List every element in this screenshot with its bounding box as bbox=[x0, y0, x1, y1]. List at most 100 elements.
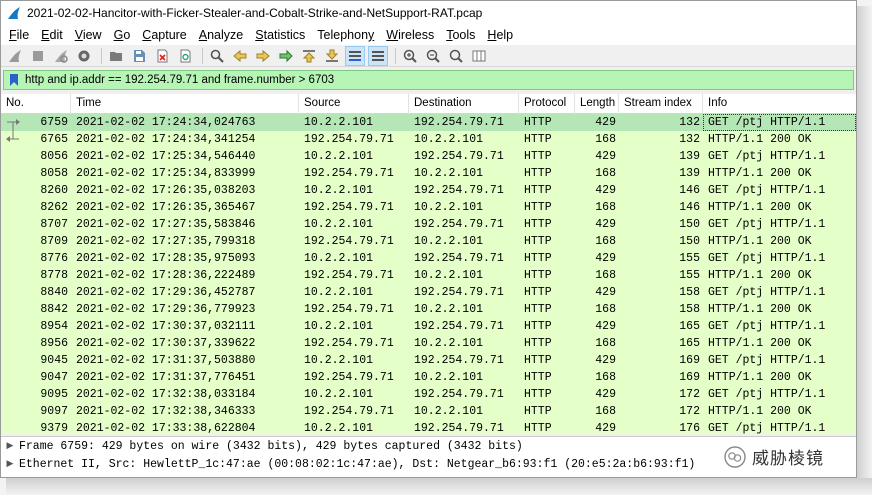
restart-capture-icon[interactable] bbox=[51, 46, 71, 66]
packet-length: 429 bbox=[595, 116, 616, 129]
packet-stream-index: 155 bbox=[679, 252, 700, 265]
packet-protocol: HTTP bbox=[524, 320, 552, 333]
table-row[interactable]: 8954 2021-02-02 17:30:37,032111 10.2.2.101… bbox=[1, 318, 856, 335]
column-header-protocol[interactable]: Protocol bbox=[519, 94, 575, 114]
table-row[interactable]: 8778 2021-02-02 17:28:36,222489 192.254.79… bbox=[1, 267, 856, 284]
capture-options-icon[interactable] bbox=[74, 46, 94, 66]
go-last-icon[interactable] bbox=[322, 46, 342, 66]
column-header-time[interactable]: Time bbox=[71, 94, 299, 114]
packet-destination: 192.254.79.71 bbox=[414, 184, 504, 197]
packet-source: 192.254.79.71 bbox=[304, 201, 394, 214]
menu-analyze[interactable]: Analyze bbox=[193, 28, 249, 42]
open-file-icon[interactable] bbox=[106, 46, 126, 66]
packet-protocol: HTTP bbox=[524, 201, 552, 214]
start-capture-icon[interactable] bbox=[5, 46, 25, 66]
table-row[interactable]: 9097 2021-02-02 17:32:38,346333 192.254.79… bbox=[1, 403, 856, 420]
go-back-icon[interactable] bbox=[230, 46, 250, 66]
display-filter-input[interactable]: http and ip.addr == 192.254.79.71 and fr… bbox=[25, 74, 334, 86]
table-row[interactable]: 8776 2021-02-02 17:28:35,975093 10.2.2.101… bbox=[1, 250, 856, 267]
table-row[interactable]: 9047 2021-02-02 17:31:37,776451 192.254.79… bbox=[1, 369, 856, 386]
packet-info: HTTP/1.1 200 OK bbox=[708, 337, 812, 350]
zoom-in-icon[interactable] bbox=[400, 46, 420, 66]
packet-destination: 10.2.2.101 bbox=[414, 201, 484, 214]
packet-protocol: HTTP bbox=[524, 354, 552, 367]
stop-capture-icon[interactable] bbox=[28, 46, 48, 66]
auto-scroll-icon[interactable] bbox=[345, 45, 365, 66]
column-header-source[interactable]: Source bbox=[299, 94, 409, 114]
table-row[interactable]: 6759 2021-02-02 17:24:34,024763 10.2.2.101… bbox=[1, 114, 856, 131]
packet-destination: 192.254.79.71 bbox=[414, 150, 504, 163]
zoom-out-icon[interactable] bbox=[423, 46, 443, 66]
table-row[interactable]: 8260 2021-02-02 17:26:35,038203 10.2.2.101… bbox=[1, 182, 856, 199]
menu-edit[interactable]: Edit bbox=[35, 28, 69, 42]
go-forward-icon[interactable] bbox=[253, 46, 273, 66]
packet-protocol: HTTP bbox=[524, 337, 552, 350]
table-row[interactable]: 8707 2021-02-02 17:27:35,583846 10.2.2.101… bbox=[1, 216, 856, 233]
colorize-packets-icon[interactable] bbox=[368, 45, 388, 66]
wireshark-fin-icon bbox=[8, 7, 20, 19]
packet-time: 2021-02-02 17:29:36,779923 bbox=[76, 303, 256, 316]
packet-time: 2021-02-02 17:24:34,024763 bbox=[76, 116, 256, 129]
table-row[interactable]: 8262 2021-02-02 17:26:35,365467 192.254.79… bbox=[1, 199, 856, 216]
packet-time: 2021-02-02 17:32:38,033184 bbox=[76, 388, 256, 401]
table-row[interactable]: 8056 2021-02-02 17:25:34,546440 10.2.2.101… bbox=[1, 148, 856, 165]
menu-go[interactable]: Go bbox=[108, 28, 137, 42]
close-file-icon[interactable] bbox=[152, 46, 172, 66]
column-header-stream-index[interactable]: Stream index bbox=[619, 94, 703, 114]
table-row[interactable]: 8840 2021-02-02 17:29:36,452787 10.2.2.101… bbox=[1, 284, 856, 301]
column-header-no[interactable]: No. bbox=[1, 94, 71, 114]
packet-protocol: HTTP bbox=[524, 133, 552, 146]
packet-number: 6759 bbox=[1, 114, 71, 131]
table-row[interactable]: 8956 2021-02-02 17:30:37,339622 192.254.79… bbox=[1, 335, 856, 352]
menu-telephony[interactable]: Telephony bbox=[311, 28, 380, 42]
menu-statistics[interactable]: Statistics bbox=[249, 28, 311, 42]
menu-wireless[interactable]: Wireless bbox=[380, 28, 440, 42]
packet-time: 2021-02-02 17:30:37,032111 bbox=[76, 320, 256, 333]
resize-columns-icon[interactable] bbox=[469, 46, 489, 66]
table-row[interactable]: 8709 2021-02-02 17:27:35,799318 192.254.79… bbox=[1, 233, 856, 250]
packet-destination: 192.254.79.71 bbox=[414, 320, 504, 333]
column-header-length[interactable]: Length bbox=[575, 94, 619, 114]
packet-number: 8056 bbox=[40, 150, 68, 163]
table-row[interactable]: 6765 2021-02-02 17:24:34,341254 192.254.79… bbox=[1, 131, 856, 148]
packet-source: 10.2.2.101 bbox=[304, 354, 374, 367]
go-first-icon[interactable] bbox=[299, 46, 319, 66]
find-packet-icon[interactable] bbox=[207, 46, 227, 66]
bookmark-filter-icon[interactable] bbox=[7, 72, 21, 88]
menu-help[interactable]: Help bbox=[481, 28, 519, 42]
packet-source: 10.2.2.101 bbox=[304, 320, 374, 333]
expand-arrow-icon[interactable]: ▶ bbox=[1, 441, 19, 451]
column-header-info[interactable]: Info bbox=[703, 94, 856, 114]
reload-file-icon[interactable] bbox=[175, 46, 195, 66]
zoom-reset-icon[interactable] bbox=[446, 46, 466, 66]
table-row[interactable]: 9045 2021-02-02 17:31:37,503880 10.2.2.101… bbox=[1, 352, 856, 369]
packet-info: GET /ptj HTTP/1.1 bbox=[708, 354, 826, 367]
packet-number: 8956 bbox=[40, 337, 68, 350]
packet-info: GET /ptj HTTP/1.1 bbox=[708, 388, 826, 401]
go-to-packet-icon[interactable] bbox=[276, 46, 296, 66]
column-header-destination[interactable]: Destination bbox=[409, 94, 519, 114]
table-row[interactable]: 8058 2021-02-02 17:25:34,833999 192.254.79… bbox=[1, 165, 856, 182]
packet-source: 10.2.2.101 bbox=[304, 422, 374, 434]
packet-number: 8954 bbox=[40, 320, 68, 333]
menu-capture[interactable]: Capture bbox=[136, 28, 192, 42]
menu-tools[interactable]: Tools bbox=[440, 28, 481, 42]
packet-info: HTTP/1.1 200 OK bbox=[708, 167, 812, 180]
menu-view[interactable]: View bbox=[69, 28, 108, 42]
table-row[interactable]: 9095 2021-02-02 17:32:38,033184 10.2.2.101… bbox=[1, 386, 856, 403]
save-file-icon[interactable] bbox=[129, 46, 149, 66]
packet-list[interactable]: No. Time Source Destination Protocol Len… bbox=[1, 94, 856, 434]
menu-file[interactable]: File bbox=[3, 28, 35, 42]
packet-stream-index: 150 bbox=[679, 235, 700, 248]
packet-time: 2021-02-02 17:31:37,776451 bbox=[76, 371, 256, 384]
packet-length: 168 bbox=[595, 235, 616, 248]
packet-info: GET /ptj HTTP/1.1 bbox=[708, 218, 826, 231]
packet-source: 192.254.79.71 bbox=[304, 405, 394, 418]
packet-length: 168 bbox=[595, 167, 616, 180]
packet-stream-index: 155 bbox=[679, 269, 700, 282]
packet-info: GET /ptj HTTP/1.1 bbox=[708, 184, 826, 197]
table-row[interactable]: 9379 2021-02-02 17:33:38,622804 10.2.2.101… bbox=[1, 420, 856, 434]
table-row[interactable]: 8842 2021-02-02 17:29:36,779923 192.254.79… bbox=[1, 301, 856, 318]
display-filter-bar[interactable]: http and ip.addr == 192.254.79.71 and fr… bbox=[3, 70, 854, 90]
expand-arrow-icon[interactable]: ▶ bbox=[1, 459, 19, 469]
